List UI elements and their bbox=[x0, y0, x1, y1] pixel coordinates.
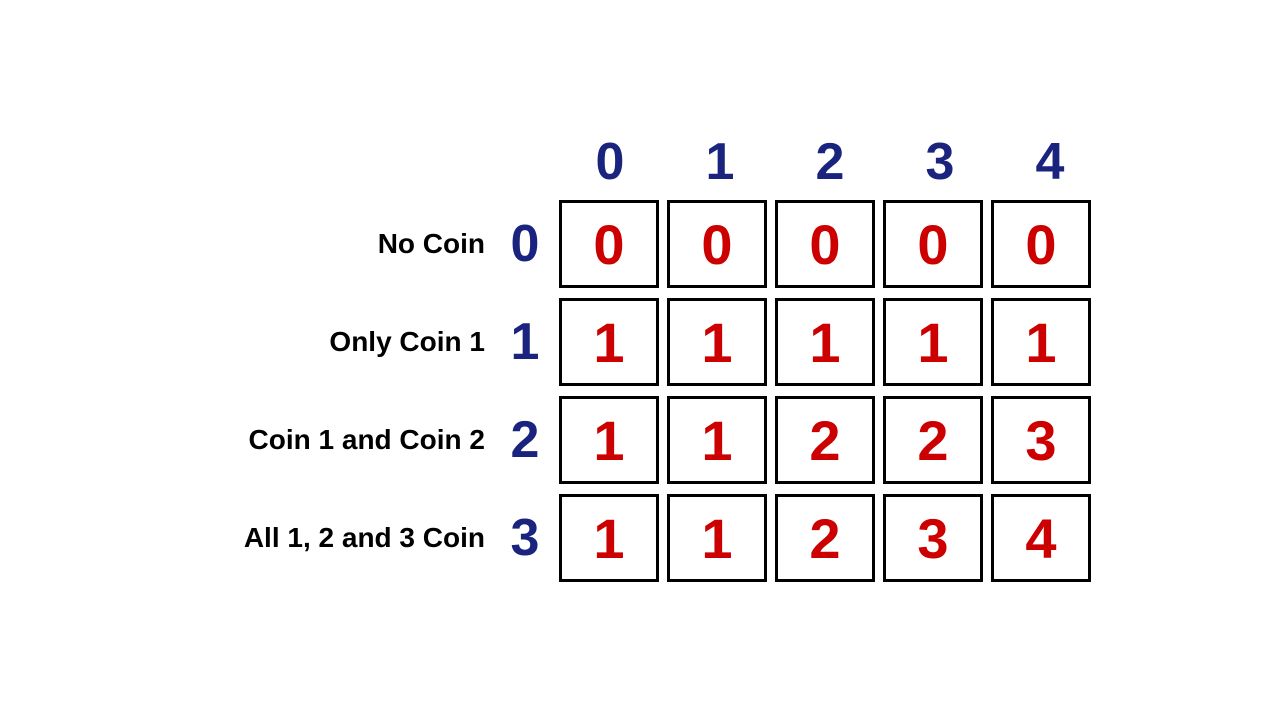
cell-2-4: 3 bbox=[991, 396, 1091, 484]
cell-0-2: 0 bbox=[775, 200, 875, 288]
cell-2-1: 1 bbox=[667, 396, 767, 484]
cell-3-3: 3 bbox=[883, 494, 983, 582]
cell-value-1-4: 1 bbox=[1025, 310, 1056, 375]
cell-0-4: 0 bbox=[991, 200, 1091, 288]
row-index-0: 0 bbox=[495, 214, 555, 274]
cell-2-0: 1 bbox=[559, 396, 659, 484]
row-label-3: All 1, 2 and 3 Coin bbox=[175, 522, 495, 554]
col-header-1: 1 bbox=[665, 132, 775, 192]
cell-value-1-2: 1 bbox=[809, 310, 840, 375]
cell-value-1-1: 1 bbox=[701, 310, 732, 375]
cell-value-3-3: 3 bbox=[917, 506, 948, 571]
cell-1-2: 1 bbox=[775, 298, 875, 386]
cell-0-0: 0 bbox=[559, 200, 659, 288]
cell-value-0-2: 0 bbox=[809, 212, 840, 277]
row-label-2: Coin 1 and Coin 2 bbox=[175, 424, 495, 456]
col-header-4: 4 bbox=[995, 132, 1105, 192]
cell-value-3-0: 1 bbox=[593, 506, 624, 571]
cell-value-2-1: 1 bbox=[701, 408, 732, 473]
cell-value-0-3: 0 bbox=[917, 212, 948, 277]
cell-2-3: 2 bbox=[883, 396, 983, 484]
row-index-1: 1 bbox=[495, 312, 555, 372]
row-index-3: 3 bbox=[495, 508, 555, 568]
table-row-1: Only Coin 1111111 bbox=[175, 294, 1095, 390]
cell-2-2: 2 bbox=[775, 396, 875, 484]
cell-value-1-3: 1 bbox=[917, 310, 948, 375]
cell-value-3-4: 4 bbox=[1025, 506, 1056, 571]
cell-value-0-1: 0 bbox=[701, 212, 732, 277]
cell-1-0: 1 bbox=[559, 298, 659, 386]
cell-1-4: 1 bbox=[991, 298, 1091, 386]
cell-3-1: 1 bbox=[667, 494, 767, 582]
cell-value-1-0: 1 bbox=[593, 310, 624, 375]
cell-3-0: 1 bbox=[559, 494, 659, 582]
cell-3-4: 4 bbox=[991, 494, 1091, 582]
table-row-0: No Coin000000 bbox=[175, 196, 1095, 292]
table-row-3: All 1, 2 and 3 Coin311234 bbox=[175, 490, 1095, 586]
cell-value-2-2: 2 bbox=[809, 408, 840, 473]
cell-value-0-0: 0 bbox=[593, 212, 624, 277]
column-headers: 01234 bbox=[175, 132, 1105, 192]
cell-0-3: 0 bbox=[883, 200, 983, 288]
cell-1-3: 1 bbox=[883, 298, 983, 386]
cell-value-0-4: 0 bbox=[1025, 212, 1056, 277]
cell-value-2-0: 1 bbox=[593, 408, 624, 473]
cell-3-2: 2 bbox=[775, 494, 875, 582]
col-header-0: 0 bbox=[555, 132, 665, 192]
cell-0-1: 0 bbox=[667, 200, 767, 288]
table-row-2: Coin 1 and Coin 2211223 bbox=[175, 392, 1095, 488]
cell-1-1: 1 bbox=[667, 298, 767, 386]
main-table: 01234 No Coin000000Only Coin 1111111Coin… bbox=[175, 132, 1105, 588]
col-header-2: 2 bbox=[775, 132, 885, 192]
cell-value-3-2: 2 bbox=[809, 506, 840, 571]
cell-value-2-4: 3 bbox=[1025, 408, 1056, 473]
cell-value-3-1: 1 bbox=[701, 506, 732, 571]
cell-value-2-3: 2 bbox=[917, 408, 948, 473]
col-header-3: 3 bbox=[885, 132, 995, 192]
row-index-2: 2 bbox=[495, 410, 555, 470]
row-label-0: No Coin bbox=[175, 228, 495, 260]
row-label-1: Only Coin 1 bbox=[175, 326, 495, 358]
